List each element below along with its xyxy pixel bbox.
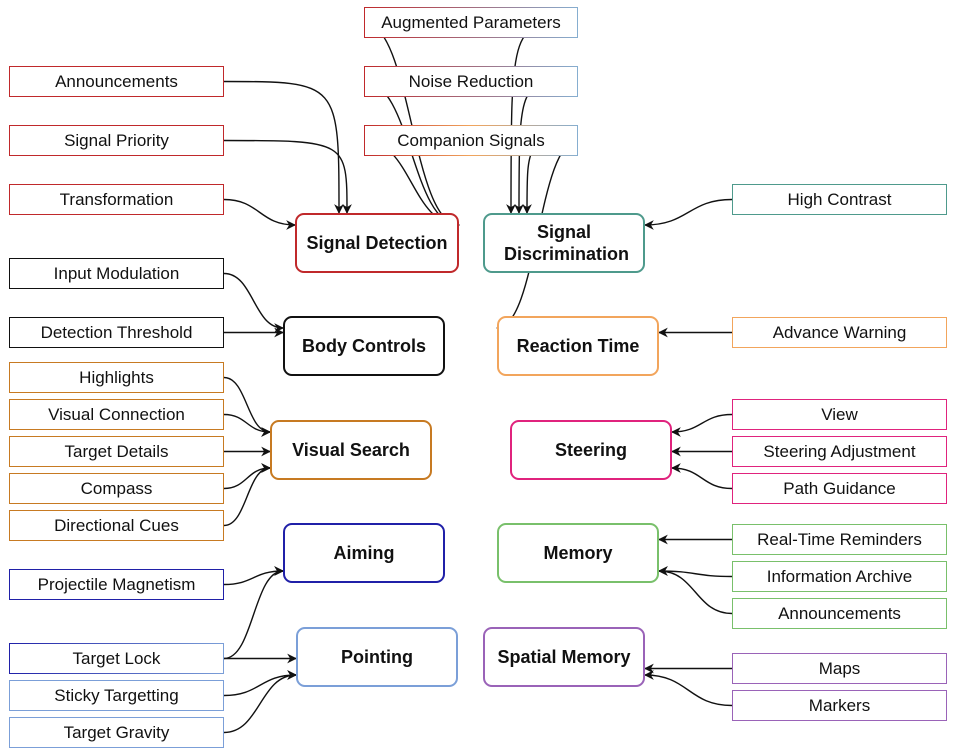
hub-visual-search[interactable]: Visual Search <box>270 420 432 480</box>
hub-label: Aiming <box>333 542 395 563</box>
leaf-label: Target Lock <box>72 648 161 668</box>
hub-label: Signal Detection <box>306 232 448 253</box>
edge-compass-to-visual-search <box>223 463 271 490</box>
hub-label: Spatial Memory <box>497 646 631 667</box>
leaf-label: Signal Priority <box>64 130 169 150</box>
hub-pointing[interactable]: Pointing <box>296 627 458 687</box>
leaf-information-archive[interactable]: Information Archive <box>732 561 947 592</box>
leaf-noise-reduction[interactable]: Noise Reduction <box>364 66 578 97</box>
leaf-highlights[interactable]: Highlights <box>9 362 224 393</box>
edge-transformation-to-signal-detection <box>223 198 296 230</box>
hub-label: Visual Search <box>292 439 410 460</box>
hub-spatial-memory[interactable]: Spatial Memory <box>483 627 645 687</box>
leaf-label: Announcements <box>778 603 901 623</box>
leaf-target-gravity[interactable]: Target Gravity <box>9 717 224 748</box>
edge-high-contrast-to-signal-discrimination <box>644 198 733 230</box>
hub-aiming[interactable]: Aiming <box>283 523 445 583</box>
leaf-sticky-targetting[interactable]: Sticky Targetting <box>9 680 224 711</box>
edge-view-to-steering <box>671 413 733 437</box>
leaf-label: Real-Time Reminders <box>757 529 922 549</box>
leaf-signal-priority[interactable]: Signal Priority <box>9 125 224 156</box>
leaf-label: Information Archive <box>766 566 913 586</box>
leaf-label: Companion Signals <box>397 130 545 150</box>
leaf-directional-cues[interactable]: Directional Cues <box>9 510 224 541</box>
edge-information-archive-to-memory <box>658 566 733 578</box>
leaf-maps[interactable]: Maps <box>732 653 947 684</box>
edge-target-gravity-to-pointing <box>223 670 297 734</box>
leaf-path-guidance[interactable]: Path Guidance <box>732 473 947 504</box>
leaf-projectile-magnetism[interactable]: Projectile Magnetism <box>9 569 224 600</box>
leaf-detection-threshold[interactable]: Detection Threshold <box>9 317 224 348</box>
edge-announcements-bottom-to-memory <box>658 566 733 615</box>
leaf-announcements[interactable]: Announcements <box>9 66 224 97</box>
leaf-view[interactable]: View <box>732 399 947 430</box>
edge-sticky-targetting-to-pointing <box>223 670 297 697</box>
leaf-compass[interactable]: Compass <box>9 473 224 504</box>
leaf-label: Target Gravity <box>63 722 170 742</box>
edge-highlights-to-visual-search <box>223 376 271 437</box>
leaf-label: Augmented Parameters <box>381 12 561 32</box>
leaf-real-time-reminders[interactable]: Real-Time Reminders <box>732 524 947 555</box>
leaf-label: Highlights <box>79 367 154 387</box>
leaf-label: Visual Connection <box>48 404 185 424</box>
leaf-label: Input Modulation <box>53 263 180 283</box>
hub-body-controls[interactable]: Body Controls <box>283 316 445 376</box>
leaf-label: Compass <box>80 478 153 498</box>
leaf-label: View <box>821 404 858 424</box>
leaf-label: Transformation <box>59 189 174 209</box>
edge-signal-priority-to-signal-detection <box>223 139 352 214</box>
edge-augmented-parameters-to-signal-discrimination <box>506 21 579 214</box>
leaf-target-lock[interactable]: Target Lock <box>9 643 224 674</box>
leaf-announcements[interactable]: Announcements <box>732 598 947 629</box>
leaf-label: Directional Cues <box>54 515 179 535</box>
leaf-visual-connection[interactable]: Visual Connection <box>9 399 224 430</box>
leaf-label: Detection Threshold <box>40 322 193 342</box>
edge-input-modulation-to-body-controls <box>223 272 284 333</box>
leaf-label: Advance Warning <box>772 322 907 342</box>
hub-signal-discrimination[interactable]: Signal Discrimination <box>483 213 645 273</box>
leaf-input-modulation[interactable]: Input Modulation <box>9 258 224 289</box>
hub-signal-detection[interactable]: Signal Detection <box>295 213 459 273</box>
hub-label: Signal Discrimination <box>504 221 630 265</box>
leaf-label: Path Guidance <box>783 478 896 498</box>
hub-label: Steering <box>554 439 628 460</box>
leaf-markers[interactable]: Markers <box>732 690 947 721</box>
edge-markers-to-spatial-memory <box>644 670 733 707</box>
leaf-label: Announcements <box>55 71 178 91</box>
hub-reaction-time[interactable]: Reaction Time <box>497 316 659 376</box>
leaf-target-details[interactable]: Target Details <box>9 436 224 467</box>
edge-visual-connection-to-visual-search <box>223 413 271 437</box>
edge-projectile-magnetism-to-aiming <box>223 566 284 586</box>
edge-target-lock-to-aiming <box>223 566 284 660</box>
leaf-companion-signals[interactable]: Companion Signals <box>364 125 578 156</box>
leaf-label: Steering Adjustment <box>763 441 916 461</box>
leaf-steering-adjustment[interactable]: Steering Adjustment <box>732 436 947 467</box>
hub-label: Memory <box>543 542 613 563</box>
edge-path-guidance-to-steering <box>671 463 733 490</box>
leaf-label: Noise Reduction <box>408 71 534 91</box>
leaf-label: Sticky Targetting <box>54 685 179 705</box>
leaf-label: Markers <box>808 695 871 715</box>
edge-augmented-parameters-to-signal-detection <box>363 21 460 230</box>
hub-memory[interactable]: Memory <box>497 523 659 583</box>
leaf-label: Maps <box>818 658 861 678</box>
diagram-canvas: Signal Detection Signal Discrimination B… <box>0 0 957 752</box>
leaf-label: Projectile Magnetism <box>37 574 196 594</box>
edge-announcements-top-to-signal-detection <box>223 80 344 214</box>
leaf-transformation[interactable]: Transformation <box>9 184 224 215</box>
leaf-label: High Contrast <box>787 189 892 209</box>
hub-steering[interactable]: Steering <box>510 420 672 480</box>
leaf-label: Target Details <box>64 441 169 461</box>
hub-label: Pointing <box>341 646 413 667</box>
hub-label: Body Controls <box>302 335 426 356</box>
leaf-advance-warning[interactable]: Advance Warning <box>732 317 947 348</box>
leaf-augmented-parameters[interactable]: Augmented Parameters <box>364 7 578 38</box>
leaf-high-contrast[interactable]: High Contrast <box>732 184 947 215</box>
hub-label: Reaction Time <box>516 335 640 356</box>
edge-directional-cues-to-visual-search <box>223 463 271 527</box>
